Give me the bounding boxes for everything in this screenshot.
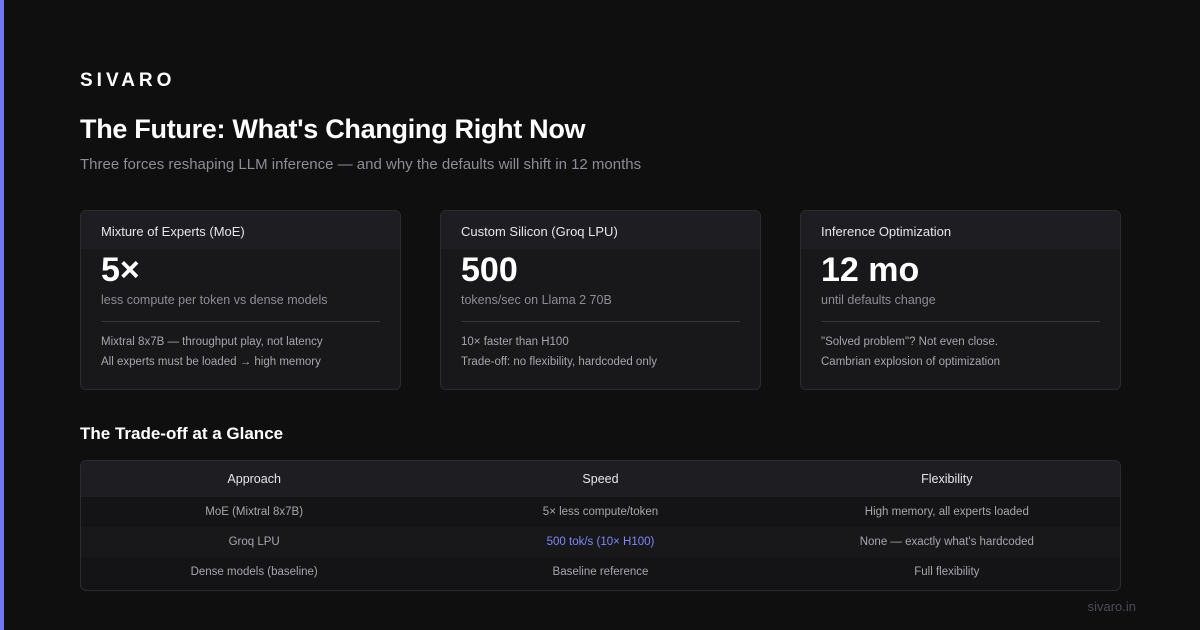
card-heading: Mixture of Experts (MoE)	[81, 211, 400, 249]
page-title: The Future: What's Changing Right Now	[80, 114, 586, 144]
column-header-speed: Speed	[582, 472, 619, 486]
table-cell: None — exactly what's hardcoded	[859, 536, 1034, 548]
accent-bar	[0, 0, 4, 630]
tradeoff-table: Approach Speed Flexibility MoE (Mixtral …	[80, 460, 1121, 591]
table-cell: Baseline reference	[552, 566, 649, 578]
card-heading: Custom Silicon (Groq LPU)	[441, 211, 760, 249]
force-cards: Mixture of Experts (MoE) 5× less compute…	[80, 210, 1121, 390]
card-notes: Mixtral 8x7B — throughput play, not late…	[81, 322, 400, 372]
card-stat-label: until defaults change	[821, 293, 936, 307]
card-inference-optimization: Inference Optimization 12 mo until defau…	[800, 210, 1121, 390]
card-stat-label: less compute per token vs dense models	[101, 293, 328, 307]
card-notes: "Solved problem"? Not even close. Cambri…	[801, 322, 1120, 372]
table-cell: 5× less compute/token	[542, 506, 659, 518]
table-cell: High memory, all experts loaded	[864, 506, 1029, 518]
card-note: Mixtral 8x7B — throughput play, not late…	[101, 336, 323, 348]
card-stat-label: tokens/sec on Llama 2 70B	[461, 293, 612, 307]
card-notes: 10× faster than H100 Trade-off: no flexi…	[441, 322, 760, 372]
tradeoff-title: The Trade-off at a Glance	[80, 424, 284, 443]
table-cell: MoE (Mixtral 8x7B)	[205, 506, 304, 518]
card-note: All experts must be loaded → high memory	[101, 356, 321, 368]
page-subtitle: Three forces reshaping LLM inference — a…	[80, 156, 642, 173]
table-header: Approach Speed Flexibility	[81, 461, 1120, 497]
brand-logo: SIVARO	[80, 70, 176, 91]
card-moe: Mixture of Experts (MoE) 5× less compute…	[80, 210, 401, 390]
table-cell: Full flexibility	[914, 566, 980, 578]
card-stat: 500	[461, 251, 518, 289]
column-header-approach: Approach	[227, 472, 281, 486]
card-heading: Inference Optimization	[801, 211, 1120, 249]
table-row: Dense models (baseline) Baseline referen…	[81, 557, 1120, 587]
table-row: MoE (Mixtral 8x7B) 5× less compute/token…	[81, 497, 1120, 527]
card-stat: 12 mo	[821, 251, 920, 289]
card-custom-silicon: Custom Silicon (Groq LPU) 500 tokens/sec…	[440, 210, 761, 390]
card-note: "Solved problem"? Not even close.	[821, 336, 998, 348]
table-cell: Groq LPU	[228, 536, 280, 548]
column-header-flexibility: Flexibility	[921, 472, 973, 486]
card-stat: 5×	[101, 251, 140, 289]
card-note: Cambrian explosion of optimization	[821, 356, 1000, 368]
card-note: Trade-off: no flexibility, hardcoded onl…	[461, 356, 658, 368]
table-row: Groq LPU 500 tok/s (10× H100) None — exa…	[81, 527, 1120, 557]
card-note: 10× faster than H100	[461, 336, 569, 348]
footer-domain: sivaro.in	[1087, 599, 1136, 614]
table-cell-highlight: 500 tok/s (10× H100)	[546, 536, 655, 548]
table-cell: Dense models (baseline)	[190, 566, 318, 578]
